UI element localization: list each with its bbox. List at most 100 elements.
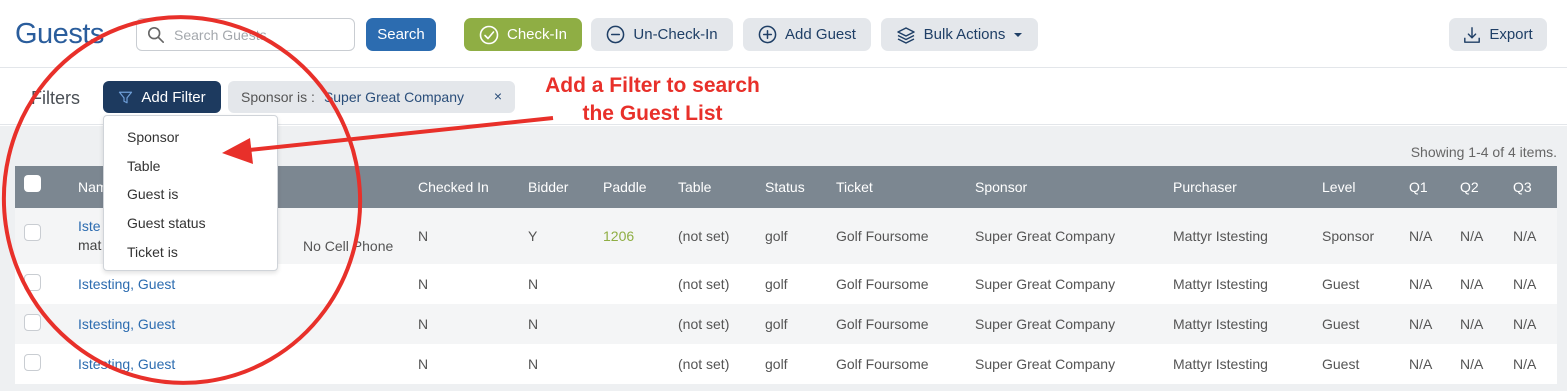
filter-option-guest-status[interactable]: Guest status [127, 215, 206, 231]
check-in-label: Check-In [506, 26, 568, 43]
col-purchaser[interactable]: Purchaser [1173, 179, 1237, 195]
check-circle-icon [479, 25, 499, 44]
cell-q2: N/A [1460, 316, 1484, 332]
annotation-text: Add a Filter to search the Guest List [545, 74, 760, 125]
active-filter-chip[interactable]: Sponsor is : Super Great Company × [228, 81, 515, 113]
cell-ticket: Golf Foursome [836, 356, 929, 372]
cell-table: (not set) [678, 316, 730, 332]
cell-ticket: Golf Foursome [836, 276, 929, 292]
cell-level: Guest [1322, 276, 1360, 292]
un-check-in-button[interactable]: Un-Check-In [591, 18, 733, 51]
cell-ticket: Golf Foursome [836, 316, 929, 332]
col-q2[interactable]: Q2 [1460, 179, 1479, 195]
filter-option-table[interactable]: Table [127, 158, 160, 174]
cell-q2: N/A [1460, 228, 1484, 244]
cell-ticket: Golf Foursome [836, 228, 929, 244]
cell-checked-in: N [418, 276, 429, 292]
guest-name-link[interactable]: Istesting, Guest [78, 276, 175, 292]
col-sponsor[interactable]: Sponsor [975, 179, 1027, 195]
cell-status: golf [765, 356, 788, 372]
cell-q3: N/A [1513, 276, 1537, 292]
top-toolbar: Guests Search Check-In Un-Check-In Add G… [0, 0, 1567, 68]
minus-circle-icon [607, 25, 625, 44]
cell-sponsor: Super Great Company [975, 316, 1116, 332]
col-checked-in[interactable]: Checked In [418, 179, 489, 195]
table-row: Istesting, Guest N N (not set) golf Golf… [15, 304, 1557, 344]
col-paddle[interactable]: Paddle [603, 179, 647, 195]
chip-field: Sponsor is : [241, 89, 315, 105]
search-button-label: Search [377, 26, 425, 43]
export-label: Export [1489, 26, 1533, 43]
cell-purchaser: Mattyr Istesting [1173, 276, 1268, 292]
caret-down-icon [1014, 32, 1023, 37]
cell-status: golf [765, 276, 788, 292]
guest-phone: No Cell Phone [303, 238, 394, 254]
add-filter-dropdown: Sponsor Table Guest is Guest status Tick… [103, 115, 278, 271]
export-button[interactable]: Export [1449, 18, 1547, 51]
search-box[interactable] [136, 18, 355, 51]
col-level[interactable]: Level [1322, 179, 1355, 195]
cell-sponsor: Super Great Company [975, 228, 1116, 244]
row-checkbox[interactable] [24, 354, 41, 371]
table-row: Istesting, Guest N N (not set) golf Golf… [15, 344, 1557, 384]
guest-name-link[interactable]: Istesting, Guest [78, 316, 175, 332]
cell-table: (not set) [678, 356, 730, 372]
filter-option-sponsor[interactable]: Sponsor [127, 129, 179, 145]
col-bidder[interactable]: Bidder [528, 179, 568, 195]
add-filter-label: Add Filter [141, 88, 206, 106]
select-all-checkbox[interactable] [24, 175, 41, 192]
cell-q1: N/A [1409, 228, 1433, 244]
cell-status: golf [765, 316, 788, 332]
cell-sponsor: Super Great Company [975, 356, 1116, 372]
cell-bidder: Y [528, 228, 538, 244]
layers-icon [896, 26, 915, 44]
chip-value: Super Great Company [323, 89, 465, 105]
cell-level: Guest [1322, 356, 1360, 372]
add-guest-button[interactable]: Add Guest [743, 18, 871, 51]
filter-option-ticket-is[interactable]: Ticket is [127, 244, 178, 260]
cell-status: golf [765, 228, 788, 244]
cell-checked-in: N [418, 356, 429, 372]
col-ticket[interactable]: Ticket [836, 179, 873, 195]
col-status[interactable]: Status [765, 179, 805, 195]
add-filter-button[interactable]: Add Filter [103, 81, 221, 113]
add-guest-label: Add Guest [785, 26, 856, 43]
filter-option-guest-is[interactable]: Guest is [127, 186, 178, 202]
un-check-in-label: Un-Check-In [633, 26, 718, 43]
col-q3[interactable]: Q3 [1513, 179, 1532, 195]
guest-name-link[interactable]: Iste [78, 218, 101, 234]
row-checkbox[interactable] [24, 274, 41, 291]
cell-purchaser: Mattyr Istesting [1173, 228, 1268, 244]
check-in-button[interactable]: Check-In [464, 18, 582, 51]
col-table[interactable]: Table [678, 179, 711, 195]
cell-purchaser: Mattyr Istesting [1173, 356, 1268, 372]
cell-q2: N/A [1460, 356, 1484, 372]
cell-q1: N/A [1409, 356, 1433, 372]
guest-name-link[interactable]: Istesting, Guest [78, 356, 175, 372]
cell-checked-in: N [418, 228, 429, 244]
row-checkbox[interactable] [24, 314, 41, 331]
cell-q1: N/A [1409, 316, 1433, 332]
cell-table: (not set) [678, 228, 730, 244]
cell-bidder: N [528, 356, 539, 372]
cell-q3: N/A [1513, 228, 1537, 244]
plus-circle-icon [758, 25, 777, 44]
row-checkbox[interactable] [24, 224, 41, 241]
cell-q2: N/A [1460, 276, 1484, 292]
results-summary: Showing 1-4 of 4 items. [1410, 144, 1557, 160]
col-q1[interactable]: Q1 [1409, 179, 1428, 195]
cell-checked-in: N [418, 316, 429, 332]
cell-bidder: N [528, 276, 539, 292]
search-button[interactable]: Search [366, 18, 436, 51]
cell-paddle: 1206 [603, 228, 635, 244]
page-title: Guests [15, 18, 104, 50]
cell-purchaser: Mattyr Istesting [1173, 316, 1268, 332]
close-icon[interactable]: × [494, 88, 502, 104]
cell-q1: N/A [1409, 276, 1433, 292]
search-input[interactable] [174, 26, 344, 43]
cell-sponsor: Super Great Company [975, 276, 1116, 292]
bulk-actions-button[interactable]: Bulk Actions [881, 18, 1038, 51]
guests-page: Guests Search Check-In Un-Check-In Add G… [0, 0, 1567, 391]
filters-label: Filters [31, 88, 80, 108]
cell-q3: N/A [1513, 316, 1537, 332]
